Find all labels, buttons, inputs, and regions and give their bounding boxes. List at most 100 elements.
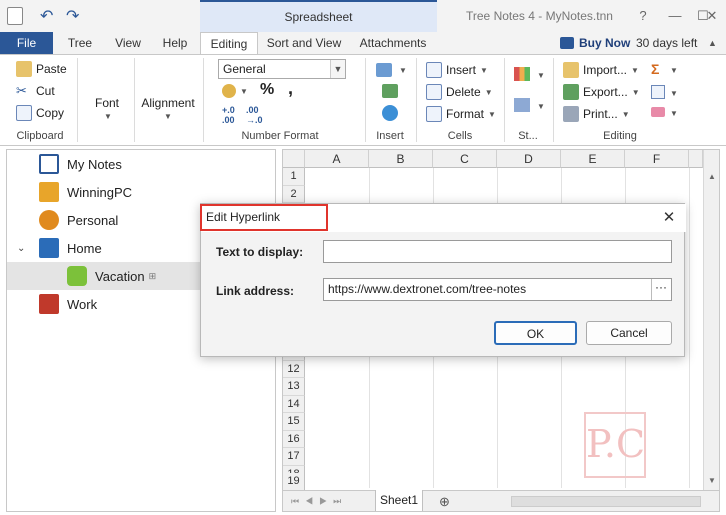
attachment-grid-icon: ⊞ [148,270,157,281]
number-format-group-label: Number Format [241,130,319,142]
collapse-ribbon-icon[interactable]: ▲ [708,38,717,48]
insert-chart-icon[interactable] [376,63,392,77]
close-window-icon[interactable]: ✕ [701,5,723,27]
tab-view[interactable]: View [108,32,148,54]
font-button[interactable]: Font [84,96,130,110]
ok-button[interactable]: OK [494,321,577,345]
notes-icon [39,154,59,174]
column-header[interactable]: A [305,150,369,168]
delete-cells-button[interactable]: Delete ▼ [426,84,493,100]
tab-help[interactable]: Help [155,32,195,54]
fill-icon[interactable] [651,85,665,99]
tab-tree[interactable]: Tree [60,32,100,54]
column-header[interactable]: D [497,150,561,168]
currency-icon[interactable] [222,84,236,98]
link-address-label: Link address: [216,284,295,298]
autosum-icon[interactable]: Σ [651,61,659,77]
import-button[interactable]: Import... ▼ [563,62,639,78]
link-address-input[interactable]: https://www.dextronet.com/tree-notes [323,278,672,301]
insert-hyperlink-icon[interactable] [382,105,398,121]
redo-icon[interactable]: ↷ [66,6,79,26]
save-icon [563,84,579,100]
format-icon [426,106,442,122]
horizontal-scrollbar[interactable] [511,496,701,507]
help-icon[interactable]: ? [632,5,654,27]
scroll-up-icon[interactable]: ▲ [708,172,716,181]
buy-now-link[interactable]: Buy Now [579,36,630,50]
decrease-decimal-icon[interactable]: .00 →.0 [246,105,263,125]
column-header[interactable]: C [433,150,497,168]
row-header[interactable]: 17 [283,448,305,466]
folder-icon [563,62,579,78]
printer-icon [563,106,579,122]
column-header[interactable]: E [561,150,625,168]
add-sheet-icon[interactable]: ⊕ [439,494,450,510]
vertical-scrollbar[interactable]: ▲ ▼ [703,150,719,490]
row-header[interactable]: 2 [283,185,305,203]
print-button[interactable]: Print... ▼ [563,106,630,122]
copy-button[interactable]: Copy [16,105,64,121]
format-cells-button[interactable]: Format ▼ [426,106,496,122]
styles-group-label: St... [518,130,538,142]
text-to-display-input[interactable] [323,240,672,263]
cancel-button[interactable]: Cancel [586,321,672,345]
vacation-icon [67,266,87,286]
tab-attachments[interactable]: Attachments [355,32,431,54]
row-header[interactable]: 13 [283,378,305,396]
select-all-corner[interactable] [283,150,305,168]
tab-editing[interactable]: Editing [200,32,258,55]
export-button[interactable]: Export... ▼ [563,84,640,100]
browse-ellipsis-button[interactable]: ··· [651,279,670,300]
increase-decimal-icon[interactable]: +.0.00 [222,105,235,125]
comma-button[interactable]: , [288,78,293,99]
cart-icon [560,37,574,49]
column-header[interactable]: B [369,150,433,168]
row-header[interactable]: 19 [283,473,305,491]
folder-sun-icon [39,182,59,202]
conditional-formatting-icon[interactable] [514,67,530,81]
work-icon [39,294,59,314]
row-header[interactable]: 1 [283,168,305,186]
editing-group-label: Editing [603,130,637,142]
insert-group-label: Insert [376,130,404,142]
tree-node-winningpc[interactable]: WinningPC [7,178,275,206]
scroll-down-icon[interactable]: ▼ [708,476,716,485]
insert-cells-button[interactable]: Insert ▼ [426,62,488,78]
number-format-select[interactable]: General [218,59,346,79]
delete-rows-icon [426,84,442,100]
paste-button[interactable]: Paste [16,61,67,77]
close-icon[interactable]: ✕ [659,208,679,228]
alignment-dropdown-icon: ▼ [164,112,172,121]
clipboard-group-label: Clipboard [16,130,64,142]
row-header[interactable]: 16 [283,430,305,448]
chevron-down-icon[interactable]: ⌄ [17,243,39,254]
building-icon [39,238,59,258]
insert-picture-icon[interactable] [382,84,398,98]
minimize-icon[interactable]: — [664,5,686,27]
row-header[interactable]: 14 [283,395,305,413]
person-icon [39,210,59,230]
text-to-display-label: Text to display: [216,245,304,259]
sheet-tab-bar: ⏮◀▶⏭ ⊕ [283,490,719,511]
row-header[interactable]: 15 [283,413,305,431]
tree-node-my-notes[interactable]: My Notes [7,150,275,178]
sheet-nav-arrows-icon[interactable]: ⏮◀▶⏭ [291,496,347,507]
tab-sort-and-view[interactable]: Sort and View [262,32,346,54]
eraser-icon[interactable] [651,107,665,117]
alignment-button[interactable]: Alignment [140,96,196,110]
tab-file[interactable]: File [0,32,53,54]
watermark-logo: P.C [584,412,646,478]
paste-icon [16,61,32,77]
percent-button[interactable]: % [260,81,274,99]
column-header[interactable]: F [625,150,689,168]
app-icon [7,7,23,25]
row-header[interactable]: 12 [283,360,305,378]
undo-icon[interactable]: ↶ [40,6,53,26]
chevron-down-icon[interactable]: ▼ [330,60,345,78]
scissors-icon: ✂ [16,83,27,98]
table-style-icon[interactable] [514,98,530,112]
sheet-tab-sheet1[interactable]: Sheet1 [375,490,423,511]
trial-days-text: 30 days left [636,36,698,50]
title-highlight-box [200,204,328,231]
cut-button[interactable]: ✂ Cut [16,83,55,99]
